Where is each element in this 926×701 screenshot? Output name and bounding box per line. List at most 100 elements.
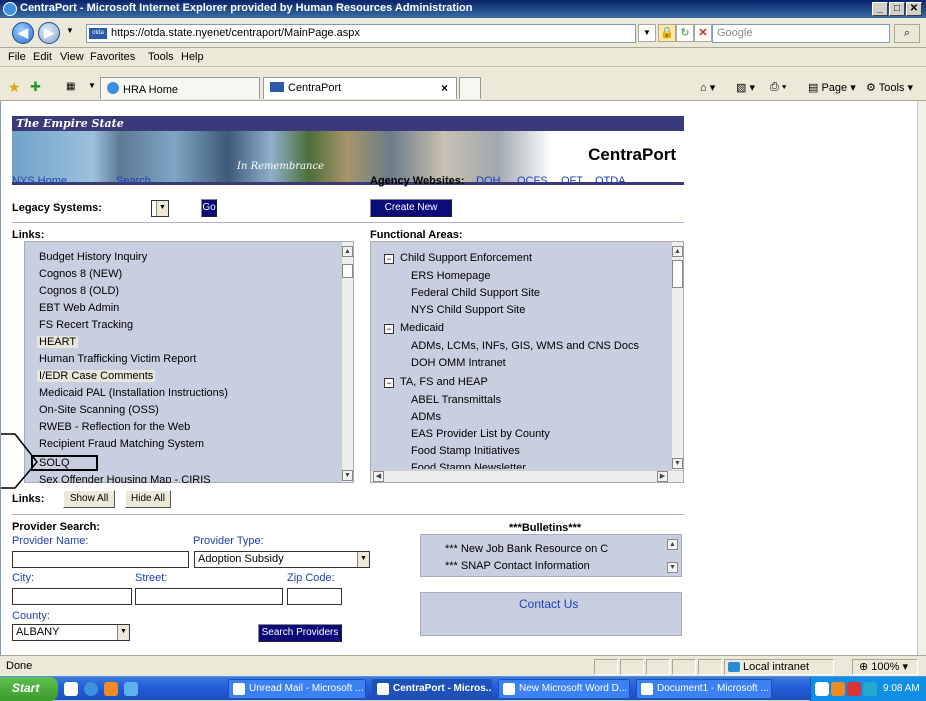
quicklaunch-app-icon[interactable] (124, 682, 138, 696)
menu-tools[interactable]: Tools (148, 51, 174, 63)
link-food-stamp-initiatives[interactable]: Food Stamp Initiatives (411, 445, 520, 457)
task-document1[interactable]: Document1 - Microsoft ... (636, 679, 772, 699)
page-menu[interactable]: ▤ Page ▾ (808, 81, 856, 94)
agency-link-otda[interactable]: OTDA (595, 175, 626, 187)
link-eas-provider-list[interactable]: EAS Provider List by County (411, 428, 550, 440)
feeds-icon[interactable]: ▧ ▾ (736, 81, 755, 94)
menu-view[interactable]: View (60, 51, 84, 63)
search-link[interactable]: Search (116, 175, 151, 187)
collapse-icon[interactable]: − (384, 254, 394, 264)
tray-security-icon[interactable] (847, 682, 861, 696)
maximize-button[interactable]: □ (889, 2, 905, 16)
back-button[interactable]: ◀ (12, 22, 34, 44)
agency-link-ocfs[interactable]: OCFS (517, 175, 548, 187)
show-all-button[interactable]: Show All (63, 490, 115, 508)
street-input[interactable] (135, 588, 283, 605)
contact-us-link[interactable]: Contact Us (519, 597, 578, 611)
agency-link-doh[interactable]: DOH (476, 175, 500, 187)
menu-edit[interactable]: Edit (33, 51, 52, 63)
link-cognos-8-new[interactable]: Cognos 8 (NEW) (39, 268, 122, 280)
scroll-down-icon[interactable]: ▼ (342, 470, 353, 481)
link-heart[interactable]: HEART (37, 336, 79, 348)
link-onsite-scanning[interactable]: On-Site Scanning (OSS) (39, 404, 159, 416)
group-ta-fs-heap[interactable]: − TA, FS and HEAP (384, 376, 488, 388)
link-federal-child-support[interactable]: Federal Child Support Site (411, 287, 540, 299)
link-adms[interactable]: ADMs (411, 411, 441, 423)
scroll-down-icon[interactable]: ▼ (667, 562, 678, 573)
link-rweb[interactable]: RWEB - Reflection for the Web (39, 421, 190, 433)
link-food-stamp-newsletter[interactable]: Food Stamp Newsletter (411, 462, 526, 469)
link-cognos-8-old[interactable]: Cognos 8 (OLD) (39, 285, 119, 297)
agency-link-oft[interactable]: OFT (561, 175, 583, 187)
tab-centraport[interactable]: CentraPort × (263, 77, 457, 99)
tray-mail-icon[interactable] (815, 682, 829, 696)
menu-file[interactable]: File (8, 51, 26, 63)
stop-icon[interactable]: ✕ (694, 24, 712, 42)
search-providers-button[interactable]: Search Providers (258, 624, 342, 642)
task-word-new[interactable]: New Microsoft Word D... (498, 679, 630, 699)
start-button[interactable]: Start (0, 677, 58, 701)
home-icon[interactable]: ⌂ ▾ (700, 81, 715, 94)
links-scrollbar[interactable]: ▲ ▼ (341, 242, 353, 482)
task-outlook[interactable]: Unread Mail - Microsoft ... (228, 679, 366, 699)
scroll-up-icon[interactable]: ▲ (342, 246, 353, 257)
print-icon[interactable]: ⎙ ▾ (770, 81, 786, 94)
link-human-trafficking[interactable]: Human Trafficking Victim Report (39, 353, 196, 365)
tray-network-icon[interactable] (863, 682, 877, 696)
refresh-icon[interactable]: ↻ (676, 24, 694, 42)
scroll-left-icon[interactable]: ◀ (373, 471, 384, 482)
tools-menu[interactable]: ⚙ Tools ▾ (866, 81, 913, 94)
collapse-icon[interactable]: − (384, 378, 394, 388)
legacy-systems-select[interactable]: ▼ (151, 200, 169, 217)
scroll-up-icon[interactable]: ▲ (672, 246, 683, 257)
scroll-up-icon[interactable]: ▲ (667, 539, 678, 550)
search-icon[interactable]: ⌕ (894, 24, 920, 43)
favorites-star-icon[interactable]: ★ (8, 79, 21, 96)
functional-hscrollbar[interactable]: ◀ ▶ (371, 470, 683, 482)
link-abel-transmittals[interactable]: ABEL Transmittals (411, 394, 501, 406)
hide-all-button[interactable]: Hide All (125, 490, 171, 508)
create-new-email-button[interactable]: Create New Email (370, 199, 452, 229)
close-button[interactable]: ✕ (906, 2, 922, 16)
address-dropdown-icon[interactable]: ▼ (638, 24, 656, 42)
task-centraport[interactable]: CentraPort - Micros... (372, 679, 492, 699)
link-sex-offender-map[interactable]: Sex Offender Housing Map - CIRIS (39, 474, 211, 483)
link-medicaid-pal[interactable]: Medicaid PAL (Installation Instructions) (39, 387, 228, 399)
provider-name-input[interactable] (12, 551, 189, 568)
zoom-control[interactable]: ⊕ 100% ▾ (852, 659, 918, 675)
nys-home-link[interactable]: NYS Home (12, 175, 67, 187)
tab-hra-home[interactable]: HRA Home (100, 77, 260, 99)
tab-list-icon[interactable]: ▼ (88, 81, 96, 90)
add-favorite-icon[interactable]: ✚ (30, 79, 41, 95)
history-dropdown-icon[interactable]: ▼ (66, 26, 74, 35)
link-ers-homepage[interactable]: ERS Homepage (411, 270, 491, 282)
scroll-thumb[interactable] (672, 260, 683, 288)
quick-tabs-icon[interactable]: ▦ (66, 81, 75, 92)
city-input[interactable] (12, 588, 132, 605)
link-adms-lcms-infs[interactable]: ADMs, LCMs, INFs, GIS, WMS and CNS Docs (411, 340, 639, 352)
quicklaunch-ie-icon[interactable] (84, 682, 98, 696)
collapse-icon[interactable]: − (384, 324, 394, 334)
link-iedr-case-comments[interactable]: I/EDR Case Comments (37, 370, 156, 382)
search-input[interactable]: Google (712, 24, 890, 43)
county-select[interactable]: ALBANY ▼ (12, 624, 130, 641)
minimize-button[interactable]: _ (872, 2, 888, 16)
menu-help[interactable]: Help (181, 51, 204, 63)
tab-close-icon[interactable]: × (441, 81, 448, 95)
link-doh-omm-intranet[interactable]: DOH OMM Intranet (411, 357, 506, 369)
link-fs-recert-tracking[interactable]: FS Recert Tracking (39, 319, 133, 331)
bulletin-job-bank[interactable]: *** New Job Bank Resource on C (445, 543, 608, 555)
provider-type-select[interactable]: Adoption Subsidy ▼ (194, 551, 370, 568)
link-ebt-web-admin[interactable]: EBT Web Admin (39, 302, 119, 314)
menu-favorites[interactable]: Favorites (90, 51, 135, 63)
security-zone[interactable]: Local intranet (724, 659, 834, 675)
quicklaunch-outlook-icon[interactable] (104, 682, 118, 696)
address-bar[interactable]: otda https://otda.state.nyenet/centrapor… (86, 24, 636, 43)
group-medicaid[interactable]: − Medicaid (384, 322, 444, 334)
clock[interactable]: 9:08 AM (883, 677, 920, 701)
zip-code-input[interactable] (287, 588, 342, 605)
link-nys-child-support[interactable]: NYS Child Support Site (411, 304, 525, 316)
link-recipient-fraud[interactable]: Recipient Fraud Matching System (39, 438, 204, 450)
group-child-support[interactable]: − Child Support Enforcement (384, 252, 532, 264)
scroll-right-icon[interactable]: ▶ (657, 471, 668, 482)
